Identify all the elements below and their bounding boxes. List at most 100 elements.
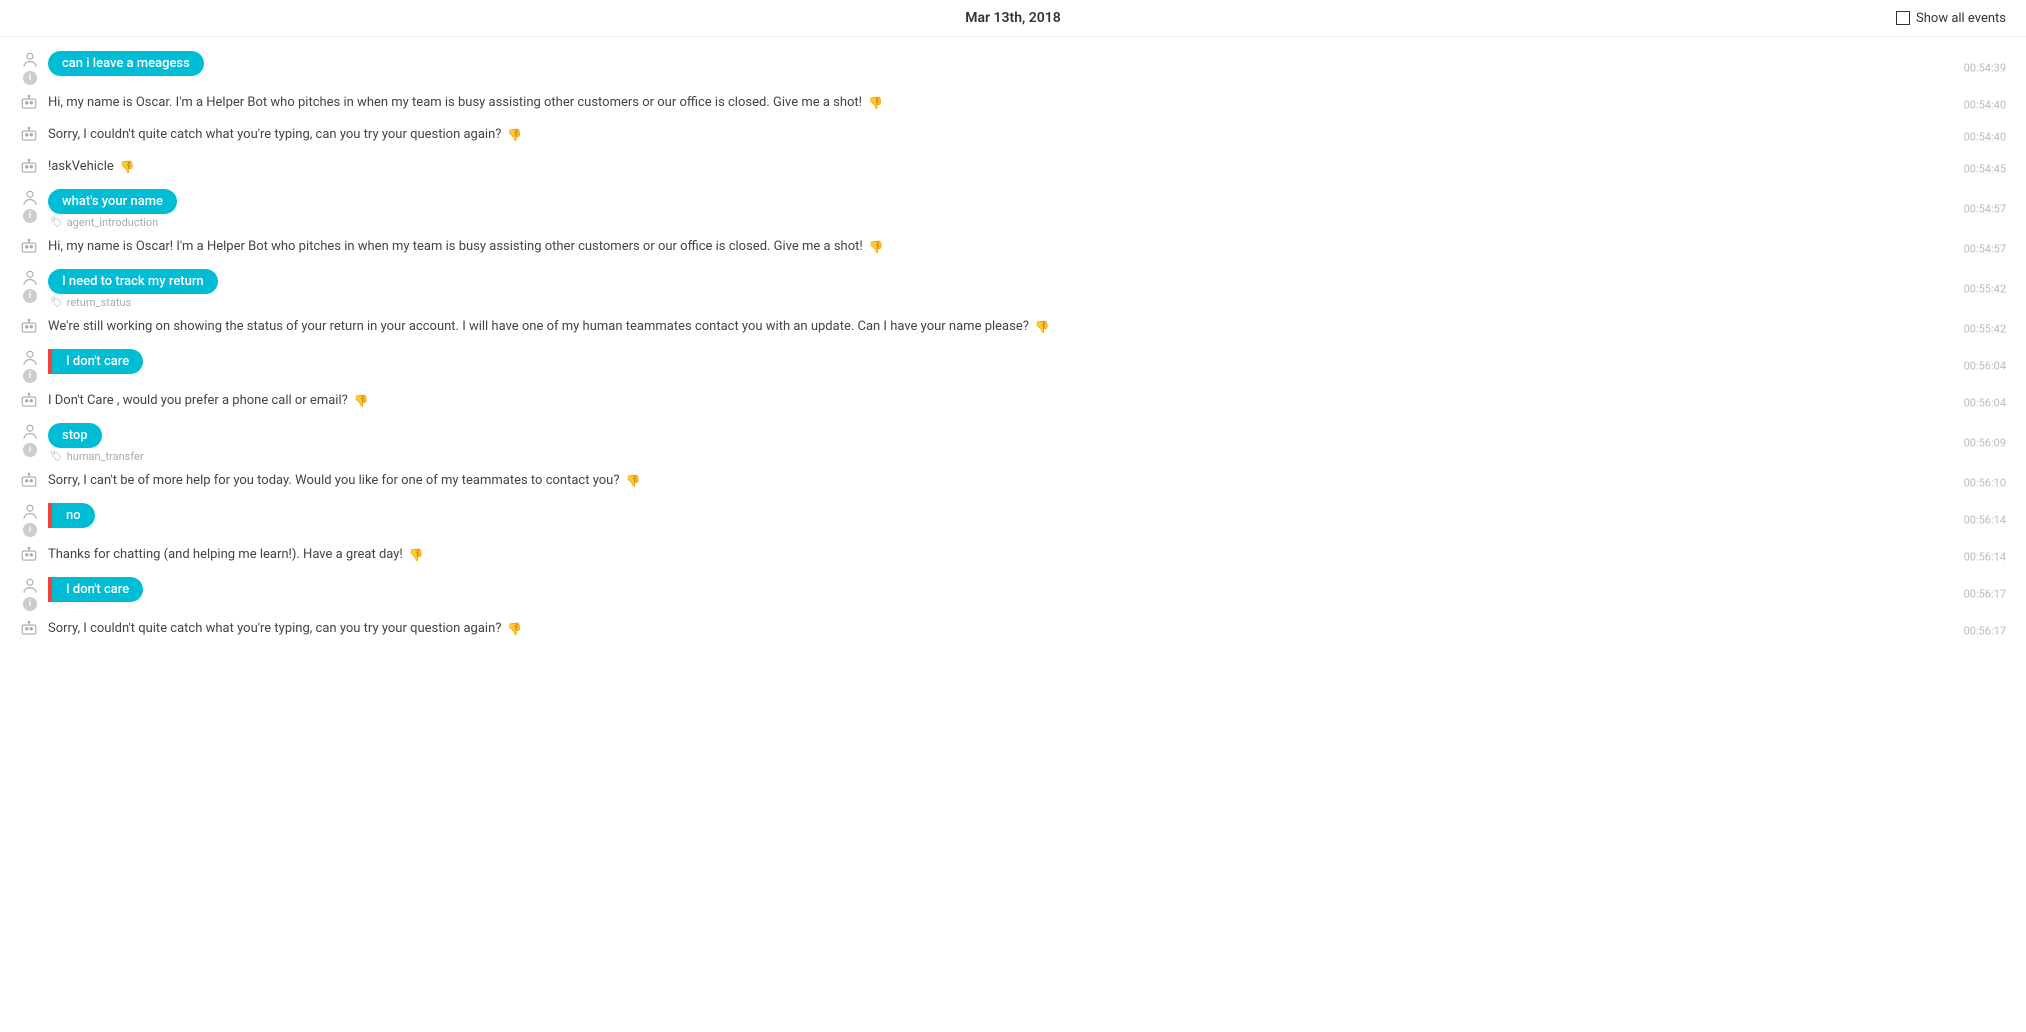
bot-message-text: !askVehicle	[48, 159, 114, 174]
thumbs-down-icon[interactable]: 👎	[507, 622, 522, 636]
user-bubble: I don't care	[48, 349, 143, 374]
message-timestamp: 00:56:17	[1964, 588, 2006, 601]
user-message-content: can i leave a meagess	[48, 51, 2006, 76]
message-timestamp: 00:54:39	[1964, 62, 2006, 75]
bot-avatar	[20, 237, 40, 255]
bot-icon	[20, 545, 38, 563]
bot-icon	[20, 157, 38, 175]
message-timestamp: 00:54:40	[1964, 131, 2006, 144]
chat-row: i stop🏷human_transfer00:56:09	[0, 419, 2026, 467]
bot-message-content: Sorry, I couldn't quite catch what you'r…	[48, 125, 2006, 145]
thumbs-down-icon[interactable]: 👎	[507, 128, 522, 142]
chat-row: Sorry, I can't be of more help for you t…	[0, 467, 2026, 499]
message-timestamp: 00:56:10	[1964, 477, 2006, 490]
info-icon: i	[23, 443, 37, 457]
bot-icon	[20, 471, 38, 489]
intent-tag: 🏷human_transfer	[50, 450, 2006, 463]
bot-icon	[20, 317, 38, 335]
bot-message-text: We're still working on showing the statu…	[48, 319, 1029, 334]
bot-avatar	[20, 545, 40, 563]
bot-icon	[20, 237, 38, 255]
chat-header: Mar 13th, 2018 Show all events	[0, 0, 2026, 37]
chat-row: Sorry, I couldn't quite catch what you'r…	[0, 615, 2026, 647]
user-avatar: i	[20, 349, 40, 383]
bot-message-text: Sorry, I can't be of more help for you t…	[48, 473, 619, 488]
chat-row: Hi, my name is Oscar! I'm a Helper Bot w…	[0, 233, 2026, 265]
thumbs-down-icon[interactable]: 👎	[120, 160, 135, 174]
user-avatar: i	[20, 51, 40, 85]
bot-avatar	[20, 471, 40, 489]
message-timestamp: 00:55:42	[1964, 283, 2006, 296]
message-timestamp: 00:56:09	[1964, 437, 2006, 450]
bot-avatar	[20, 391, 40, 409]
thumbs-down-icon[interactable]: 👎	[625, 474, 640, 488]
intent-tag: 🏷 return_status	[50, 296, 2006, 309]
show-all-checkbox[interactable]	[1896, 11, 1910, 25]
bot-avatar	[20, 619, 40, 637]
message-timestamp: 00:54:40	[1964, 99, 2006, 112]
user-bubble: I don't care	[48, 577, 143, 602]
bot-message-content: Hi, my name is Oscar! I'm a Helper Bot w…	[48, 237, 2006, 257]
person-icon	[21, 577, 39, 595]
person-icon	[21, 269, 39, 287]
bot-message-content: Hi, my name is Oscar. I'm a Helper Bot w…	[48, 93, 2006, 113]
chat-row: Thanks for chatting (and helping me lear…	[0, 541, 2026, 573]
bot-avatar	[20, 93, 40, 111]
user-message-content: I need to track my return 🏷 return_status	[48, 269, 2006, 309]
message-timestamp: 00:55:42	[1964, 323, 2006, 336]
user-bubble: no	[48, 503, 95, 528]
bot-icon	[20, 93, 38, 111]
thumbs-down-icon[interactable]: 👎	[409, 548, 424, 562]
chat-row: I Don't Care , would you prefer a phone …	[0, 387, 2026, 419]
user-avatar: i	[20, 189, 40, 223]
thumbs-down-icon[interactable]: 👎	[868, 96, 883, 110]
user-avatar: i	[20, 503, 40, 537]
chat-row: Hi, my name is Oscar. I'm a Helper Bot w…	[0, 89, 2026, 121]
bot-avatar	[20, 125, 40, 143]
bot-message-text: Hi, my name is Oscar. I'm a Helper Bot w…	[48, 95, 862, 110]
message-timestamp: 00:54:45	[1964, 163, 2006, 176]
person-icon	[21, 189, 39, 207]
message-timestamp: 00:56:14	[1964, 514, 2006, 527]
chat-row: iwhat's your name🏷agent_introduction00:5…	[0, 185, 2026, 233]
show-all-events-toggle[interactable]: Show all events	[1896, 11, 2006, 26]
bot-icon	[20, 391, 38, 409]
chat-row: i can i leave a meagess 00:54:39	[0, 47, 2026, 89]
bot-message-content: Sorry, I can't be of more help for you t…	[48, 471, 2006, 491]
tag-text: agent_introduction	[67, 216, 159, 229]
chat-row: Sorry, I couldn't quite catch what you'r…	[0, 121, 2026, 153]
info-icon: i	[23, 597, 37, 611]
info-icon: i	[23, 209, 37, 223]
user-bubble: can i leave a meagess	[48, 51, 204, 76]
bot-message-content: Thanks for chatting (and helping me lear…	[48, 545, 2006, 565]
message-timestamp: 00:56:17	[1964, 625, 2006, 638]
tag-text: return_status	[67, 296, 132, 309]
message-timestamp: 00:54:57	[1964, 243, 2006, 256]
chat-row: !askVehicle 👎 00:54:45	[0, 153, 2026, 185]
bot-avatar	[20, 157, 40, 175]
thumbs-down-icon[interactable]: 👎	[869, 240, 884, 254]
user-message-content: what's your name🏷agent_introduction	[48, 189, 2006, 229]
tag-icon: 🏷	[50, 297, 63, 308]
user-message-content: I don't care	[48, 349, 2006, 374]
tag-icon: 🏷	[50, 217, 63, 228]
bot-message-content: We're still working on showing the statu…	[48, 317, 2006, 337]
chat-row: iI need to track my return🏷return_status…	[0, 265, 2026, 313]
chat-row: We're still working on showing the statu…	[0, 313, 2026, 345]
message-timestamp: 00:56:04	[1964, 360, 2006, 373]
user-avatar: i	[20, 577, 40, 611]
user-bubble: I need to track my return	[48, 269, 218, 294]
bot-message-text: Hi, my name is Oscar! I'm a Helper Bot w…	[48, 239, 863, 254]
bot-avatar	[20, 317, 40, 335]
user-avatar: i	[20, 423, 40, 457]
message-timestamp: 00:56:14	[1964, 551, 2006, 564]
tag-text: human_transfer	[67, 450, 144, 463]
bot-message-text: Sorry, I couldn't quite catch what you'r…	[48, 127, 501, 142]
info-icon: i	[23, 523, 37, 537]
bot-message-text: Sorry, I couldn't quite catch what you'r…	[48, 621, 501, 636]
bot-message-content: Sorry, I couldn't quite catch what you'r…	[48, 619, 2006, 639]
thumbs-down-icon[interactable]: 👎	[354, 394, 369, 408]
thumbs-down-icon[interactable]: 👎	[1035, 320, 1050, 334]
user-message-content: stop🏷human_transfer	[48, 423, 2006, 463]
bot-message-text: Thanks for chatting (and helping me lear…	[48, 547, 403, 562]
